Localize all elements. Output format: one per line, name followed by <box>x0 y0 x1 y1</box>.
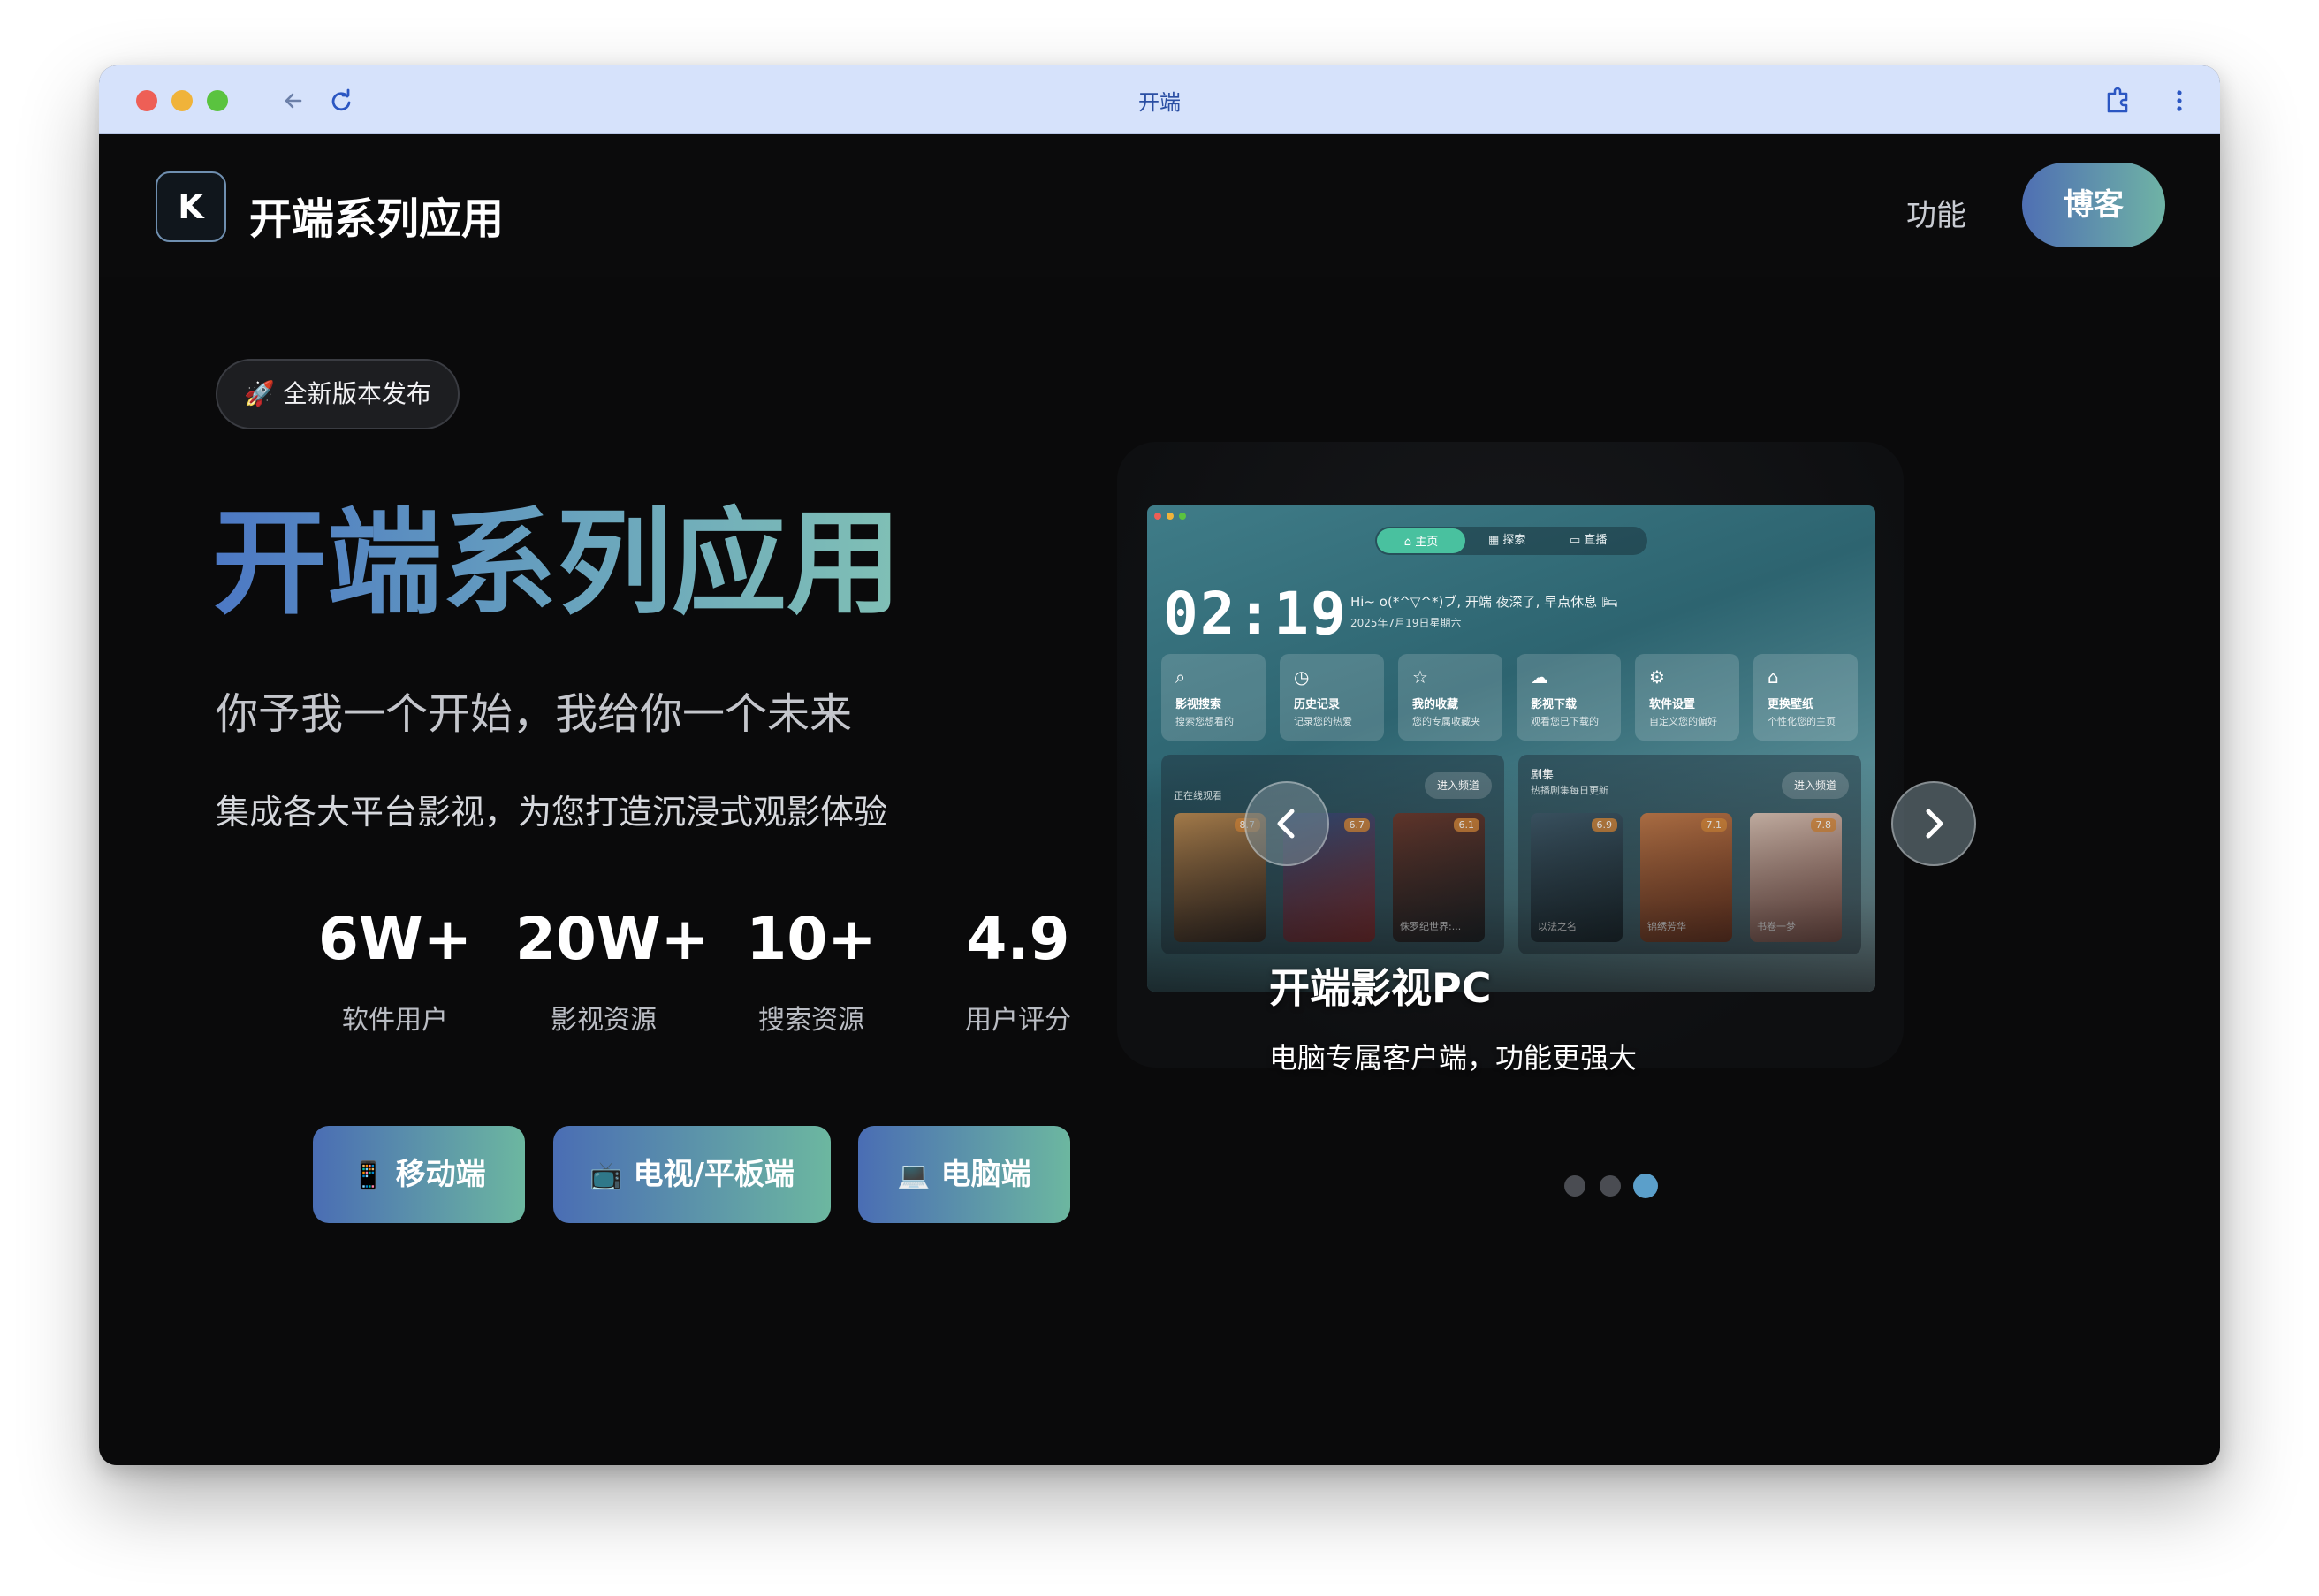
mini-nav-explore: ▦ 探索 <box>1488 534 1526 547</box>
star-icon: ☆ <box>1412 666 1428 688</box>
slide-subtitle: 电脑专属客户端，功能更强大 <box>1269 1041 1638 1075</box>
chevron-left-icon <box>1277 809 1295 839</box>
app-screenshot: ⌂ 主页 ▦ 探索 ▭ 直播 02:19 Hi~ o(*^▽^*)ブ, 开端 夜… <box>1147 505 1875 992</box>
release-badge: 🚀 全新版本发布 <box>216 359 460 429</box>
stat-label: 影视资源 <box>551 1005 657 1036</box>
stat-value: 10+ <box>746 905 877 973</box>
pc-download-button[interactable]: 💻 电脑端 <box>858 1126 1070 1223</box>
site-header: K 开端系列应用 功能 博客 <box>99 134 2220 277</box>
stat-value: 20W+ <box>515 905 710 973</box>
stat-search-sources: 10+ 搜索资源 <box>723 905 900 1037</box>
gear-icon: ⚙ <box>1649 666 1665 688</box>
mini-feature-download: ☁ 影视下载 观看您已下载的 <box>1517 654 1621 741</box>
tv-tablet-download-button[interactable]: 📺 电视/平板端 <box>553 1126 831 1223</box>
mini-window-dot <box>1179 513 1186 520</box>
hero-slogan: 你予我一个开始，我给你一个未来 <box>216 689 853 739</box>
brand-name[interactable]: 开端系列应用 <box>249 184 504 246</box>
mini-feature-settings: ⚙ 软件设置 自定义您的偏好 <box>1635 654 1739 741</box>
carousel-dot-3[interactable] <box>1633 1174 1658 1198</box>
phone-icon: 📱 <box>352 1160 385 1191</box>
poster: 6.9 以法之名 <box>1531 813 1623 942</box>
button-label: 电脑端 <box>940 1157 1031 1192</box>
carousel-prev-button[interactable] <box>1244 781 1329 866</box>
mini-panel-movies: 正在线观看 进入频道 8.7 6.7 6.1 侏罗纪世界:... <box>1161 755 1504 954</box>
button-label: 移动端 <box>395 1157 486 1192</box>
poster-score: 6.9 <box>1591 818 1617 832</box>
mini-clock: 02:19 <box>1163 580 1348 648</box>
poster-score: 6.7 <box>1343 818 1370 832</box>
poster-name: 书卷一梦 <box>1757 921 1796 932</box>
poster-name: 以法之名 <box>1538 921 1577 932</box>
stat-value: 4.9 <box>966 905 1070 973</box>
poster: 7.8 书卷一梦 <box>1750 813 1842 942</box>
feature-title: 历史记录 <box>1294 698 1341 711</box>
mini-feature-history: ◷ 历史记录 记录您的热爱 <box>1280 654 1384 741</box>
feature-sub: 个性化您的主页 <box>1768 716 1836 727</box>
feature-title: 影视下载 <box>1531 698 1578 711</box>
poster-name: 侏罗纪世界:... <box>1400 921 1462 932</box>
stat-users: 6W+ 软件用户 <box>307 905 483 1037</box>
stat-label: 用户评分 <box>965 1005 1071 1036</box>
mini-date: 2025年7月19日星期六 <box>1350 617 1462 629</box>
feature-sub: 观看您已下载的 <box>1531 716 1599 727</box>
poster: 7.1 锦绣芳华 <box>1640 813 1732 942</box>
stat-rating: 4.9 用户评分 <box>930 905 1106 1037</box>
poster-score: 7.1 <box>1700 818 1727 832</box>
mini-panel-series: 剧集 热播剧集每日更新 进入频道 6.9 以法之名 7.1 锦绣芳华 7.8 书… <box>1518 755 1861 954</box>
more-menu-icon[interactable] <box>2162 83 2197 118</box>
nav-features-link[interactable]: 功能 <box>1906 191 1966 234</box>
carousel-dot-1[interactable] <box>1564 1175 1585 1197</box>
mini-feature-favorites: ☆ 我的收藏 您的专属收藏夹 <box>1398 654 1502 741</box>
stat-label: 搜索资源 <box>758 1005 864 1036</box>
feature-title: 影视搜索 <box>1175 698 1222 711</box>
button-label: 电视/平板端 <box>633 1157 795 1192</box>
feature-sub: 记录您的热爱 <box>1294 716 1352 727</box>
extensions-icon[interactable] <box>2100 83 2135 118</box>
mini-feature-search: ⌕ 影视搜索 搜索您想看的 <box>1161 654 1266 741</box>
stat-value: 6W+ <box>317 905 473 973</box>
feature-sub: 您的专属收藏夹 <box>1412 716 1480 727</box>
panel-head: 剧集 <box>1531 769 1555 782</box>
blog-button[interactable]: 博客 <box>2022 163 2165 247</box>
panel-sub: 正在线观看 <box>1174 790 1222 802</box>
browser-toolbar: 开端 <box>99 65 2220 134</box>
search-icon: ⌕ <box>1175 666 1186 688</box>
poster-name: 锦绣芳华 <box>1647 921 1686 932</box>
mini-enter-button: 进入频道 <box>1781 772 1849 799</box>
poster: 6.1 侏罗纪世界:... <box>1393 813 1485 942</box>
mini-window-dot <box>1154 513 1161 520</box>
tv-icon: 📺 <box>589 1160 623 1191</box>
feature-sub: 自定义您的偏好 <box>1649 716 1717 727</box>
home-icon: ⌂ <box>1768 666 1779 688</box>
carousel-dot-2[interactable] <box>1600 1175 1621 1197</box>
feature-title: 软件设置 <box>1649 698 1696 711</box>
carousel-next-button[interactable] <box>1891 781 1976 866</box>
mobile-download-button[interactable]: 📱 移动端 <box>313 1126 525 1223</box>
stat-label: 软件用户 <box>342 1005 448 1036</box>
page-tab-title: 开端 <box>1138 90 1181 115</box>
clock-icon: ◷ <box>1294 666 1310 688</box>
cloud-download-icon: ☁ <box>1531 666 1548 688</box>
slide-title: 开端影视PC <box>1269 964 1492 1012</box>
mini-enter-button: 进入频道 <box>1424 772 1492 799</box>
poster-score: 6.1 <box>1453 818 1479 832</box>
mini-nav-bar: ⌂ 主页 ▦ 探索 ▭ 直播 <box>1375 527 1647 555</box>
stat-resources: 20W+ 影视资源 <box>515 905 710 1037</box>
chevron-right-icon <box>1926 809 1943 839</box>
mini-nav-live: ▭ 直播 <box>1570 534 1608 547</box>
mini-nav-home: ⌂ 主页 <box>1377 528 1465 553</box>
feature-title: 更换壁纸 <box>1768 698 1814 711</box>
feature-title: 我的收藏 <box>1412 698 1459 711</box>
mini-greeting: Hi~ o(*^▽^*)ブ, 开端 夜深了, 早点休息 🛏 <box>1350 594 1618 610</box>
hero-title: 开端系列应用 <box>212 496 902 630</box>
hero-description: 集成各大平台影视，为您打造沉浸式观影体验 <box>216 793 888 832</box>
mini-feature-wallpaper: ⌂ 更换壁纸 个性化您的主页 <box>1753 654 1858 741</box>
logo[interactable]: K <box>156 171 226 242</box>
laptop-icon: 💻 <box>897 1160 931 1191</box>
panel-sub: 热播剧集每日更新 <box>1531 785 1608 796</box>
poster-score: 7.8 <box>1810 818 1836 832</box>
feature-sub: 搜索您想看的 <box>1175 716 1234 727</box>
mini-window-dot <box>1167 513 1174 520</box>
